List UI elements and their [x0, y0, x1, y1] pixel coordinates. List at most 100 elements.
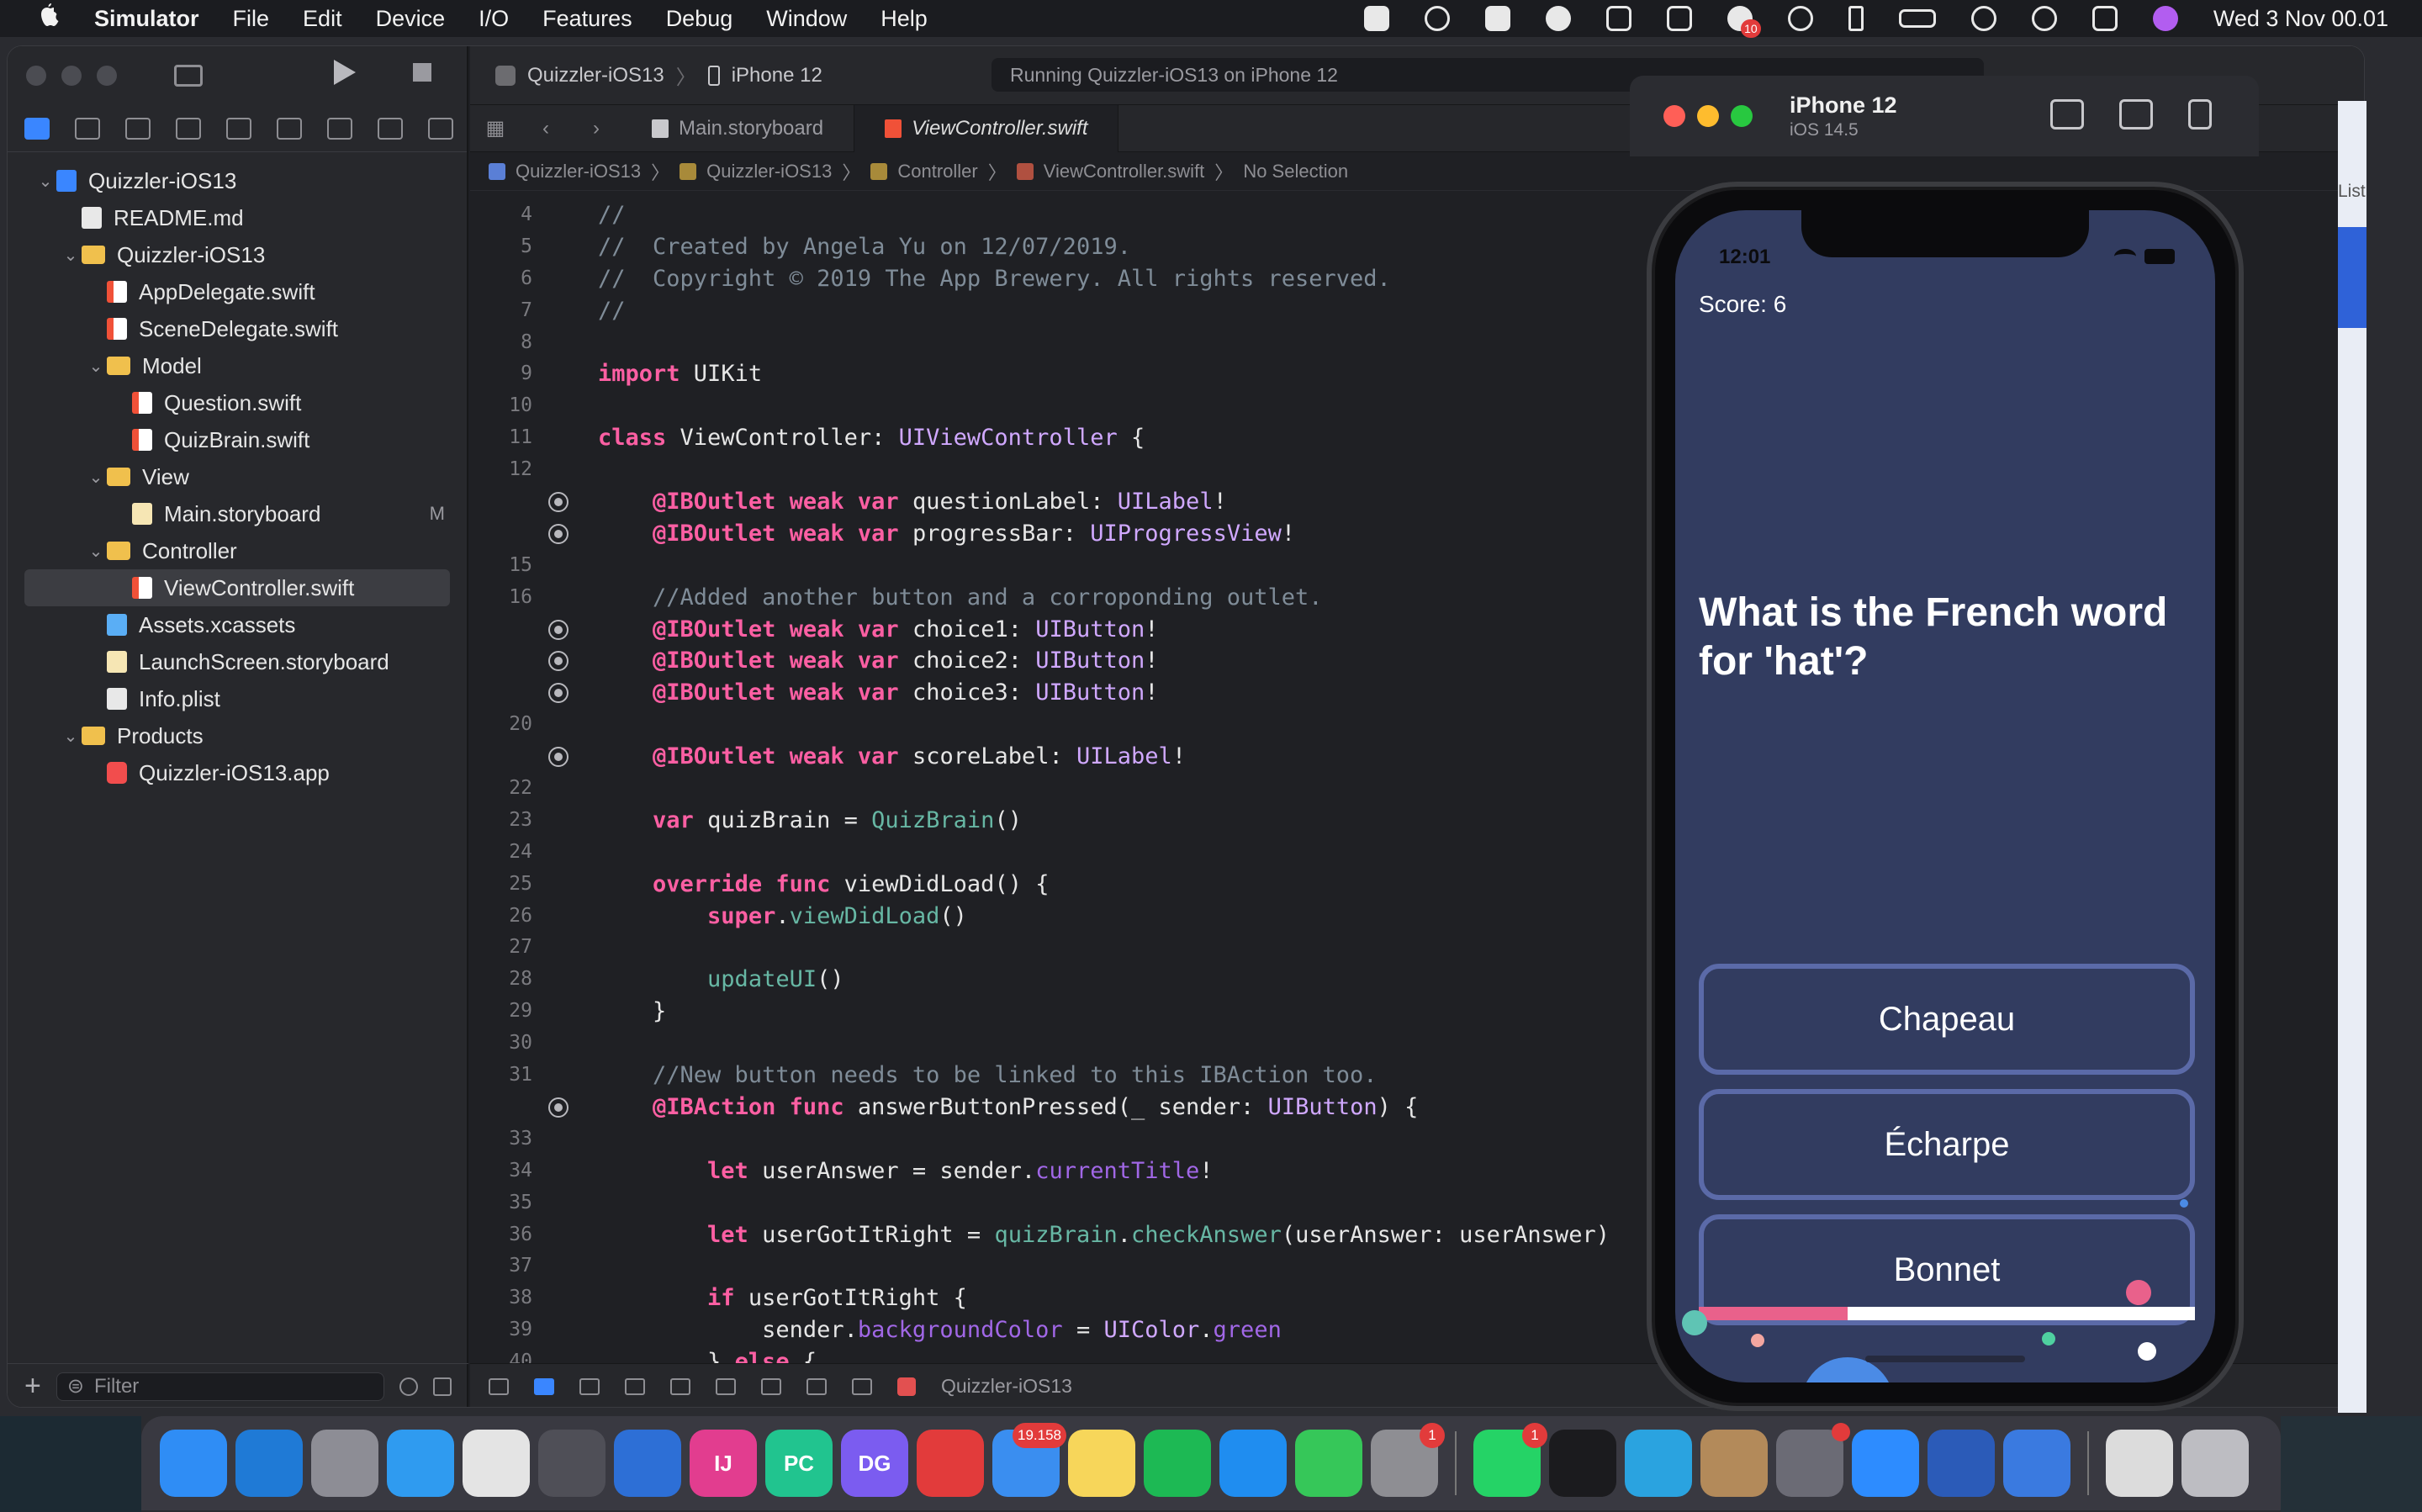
choice1-button[interactable]: Chapeau — [1699, 964, 2195, 1075]
documents-icon[interactable] — [2106, 1430, 2173, 1497]
line-number[interactable]: 23 — [470, 805, 547, 837]
code-line[interactable]: 4 // — [470, 199, 1647, 231]
wifi-icon[interactable] — [1970, 6, 1996, 31]
code-line[interactable]: 30 — [470, 1028, 1647, 1060]
outlet-connection-icon[interactable] — [547, 741, 569, 773]
choice2-button[interactable]: Écharpe — [1699, 1089, 2195, 1200]
navigator-item[interactable]: ⌄ Products — [8, 717, 467, 754]
code-line[interactable]: 26 super.viewDidLoad() — [470, 901, 1647, 933]
sourcetree-icon[interactable] — [1776, 1423, 1850, 1497]
pause-icon[interactable] — [579, 1377, 600, 1395]
line-number[interactable]: 39 — [470, 1314, 547, 1346]
menu-features[interactable]: Features — [542, 6, 632, 32]
step-over-icon[interactable] — [625, 1377, 645, 1395]
intellij-icon[interactable]: IJ — [690, 1430, 757, 1497]
datagrip-icon[interactable]: DG — [841, 1430, 908, 1497]
issue-navigator-tab-icon[interactable] — [226, 117, 251, 140]
line-number[interactable]: 26 — [470, 901, 547, 933]
notification-icon[interactable]: 10 — [1727, 6, 1761, 38]
scm-filter-icon[interactable] — [433, 1377, 452, 1396]
navigator-item[interactable]: AppDelegate.swift — [8, 273, 467, 310]
minimize-window-button[interactable] — [61, 66, 82, 86]
mail-icon[interactable]: 19.158 — [992, 1423, 1066, 1497]
navigator-item[interactable]: QuizBrain.swift — [8, 421, 467, 458]
run-destination[interactable]: iPhone 12 — [732, 64, 822, 87]
sim-minimize-button[interactable] — [1697, 105, 1719, 127]
sim-zoom-button[interactable] — [1731, 105, 1753, 127]
line-number[interactable] — [470, 486, 547, 518]
line-number[interactable]: 8 — [470, 327, 547, 359]
navigator-item[interactable]: Question.swift — [8, 384, 467, 421]
zoom-window-button[interactable] — [97, 66, 117, 86]
navigator-item[interactable]: Quizzler-iOS13.app — [8, 754, 467, 791]
line-number[interactable]: 30 — [470, 1028, 547, 1060]
tab-main-storyboard[interactable]: Main.storyboard — [621, 104, 855, 152]
line-number[interactable]: 12 — [470, 454, 547, 486]
code-line[interactable]: 37 — [470, 1250, 1647, 1282]
code-line[interactable]: 35 — [470, 1187, 1647, 1219]
code-line[interactable]: @IBOutlet weak var choice1: UIButton! — [470, 614, 1647, 646]
menu-file[interactable]: File — [233, 6, 270, 32]
forward-icon[interactable]: › — [571, 117, 621, 140]
line-number[interactable]: 4 — [470, 199, 547, 231]
bluetooth-icon[interactable] — [1848, 6, 1864, 31]
scribble-icon[interactable] — [1605, 6, 1631, 31]
line-number[interactable]: 9 — [470, 358, 547, 390]
line-number[interactable]: 6 — [470, 263, 547, 295]
home-icon[interactable] — [2119, 99, 2153, 130]
line-number[interactable]: 5 — [470, 231, 547, 263]
spotify-icon[interactable] — [1144, 1430, 1211, 1497]
zoom-icon[interactable] — [1852, 1430, 1919, 1497]
navigator-item[interactable]: ⌄ View — [8, 458, 467, 495]
scheme-selector[interactable]: Quizzler-iOS13 〉 iPhone 12 — [495, 61, 822, 90]
contacts-icon[interactable] — [1700, 1430, 1768, 1497]
jumpbar-selection[interactable]: No Selection — [1243, 161, 1348, 182]
line-number[interactable] — [470, 741, 547, 773]
terminal-icon[interactable] — [1549, 1430, 1616, 1497]
tab-viewcontroller-swift[interactable]: ViewController.swift — [854, 104, 1119, 152]
finder-icon[interactable] — [160, 1430, 227, 1497]
jumpbar-file[interactable]: ViewController.swift — [1044, 161, 1205, 182]
project-navigator-tab-icon[interactable] — [24, 117, 50, 140]
messages-icon[interactable] — [1295, 1430, 1362, 1497]
code-line[interactable]: @IBOutlet weak var scoreLabel: UILabel! — [470, 741, 1647, 773]
pycharm-icon[interactable]: PC — [765, 1430, 833, 1497]
line-number[interactable]: 10 — [470, 390, 547, 422]
code-line[interactable]: 38 if userGotItRight { — [470, 1282, 1647, 1314]
navigator-item[interactable]: SceneDelegate.swift — [8, 310, 467, 347]
recent-files-icon[interactable] — [399, 1377, 418, 1396]
menu-debug[interactable]: Debug — [666, 6, 733, 32]
code-line[interactable]: 6 // Copyright © 2019 The App Brewery. Al… — [470, 263, 1647, 295]
memory-graph-icon[interactable] — [806, 1377, 827, 1395]
code-line[interactable]: 31 //New button needs to be linked to th… — [470, 1060, 1647, 1092]
line-number[interactable] — [470, 1092, 547, 1123]
navigator-item[interactable]: Main.storyboard M — [8, 495, 467, 532]
stop-icon[interactable] — [413, 63, 431, 82]
cloud-icon[interactable] — [1545, 6, 1571, 31]
code-line[interactable]: 7 // — [470, 295, 1647, 327]
rotate-icon[interactable] — [2188, 99, 2212, 130]
line-number[interactable]: 28 — [470, 964, 547, 996]
menu-edit[interactable]: Edit — [303, 6, 342, 32]
line-number[interactable]: 34 — [470, 1155, 547, 1187]
step-out-icon[interactable] — [716, 1377, 736, 1395]
jumpbar-group[interactable]: Quizzler-iOS13 — [706, 161, 832, 182]
code-line[interactable]: 28 updateUI() — [470, 964, 1647, 996]
line-number[interactable]: 33 — [470, 1123, 547, 1155]
navigator-filter-input[interactable]: ⊜ Filter — [56, 1372, 384, 1401]
source-control-tab-icon[interactable] — [75, 117, 100, 140]
navigator-item[interactable]: ⌄ Quizzler-iOS13 — [8, 236, 467, 273]
apple-icon[interactable] — [37, 3, 61, 35]
code-line[interactable]: 12 — [470, 454, 1647, 486]
git-tool-icon[interactable] — [538, 1430, 606, 1497]
line-number[interactable]: 20 — [470, 709, 547, 741]
simulator-icon[interactable] — [2003, 1430, 2070, 1497]
battery-icon[interactable] — [1898, 9, 1936, 28]
app-store-icon[interactable] — [1219, 1430, 1287, 1497]
line-number[interactable]: 38 — [470, 1282, 547, 1314]
line-number[interactable]: 27 — [470, 932, 547, 964]
app-menu[interactable]: Simulator — [94, 6, 199, 32]
navigator-item[interactable]: LaunchScreen.storyboard — [8, 643, 467, 680]
menubar-clock[interactable]: Wed 3 Nov 00.01 — [2213, 6, 2388, 32]
code-line[interactable]: @IBOutlet weak var choice2: UIButton! — [470, 645, 1647, 677]
